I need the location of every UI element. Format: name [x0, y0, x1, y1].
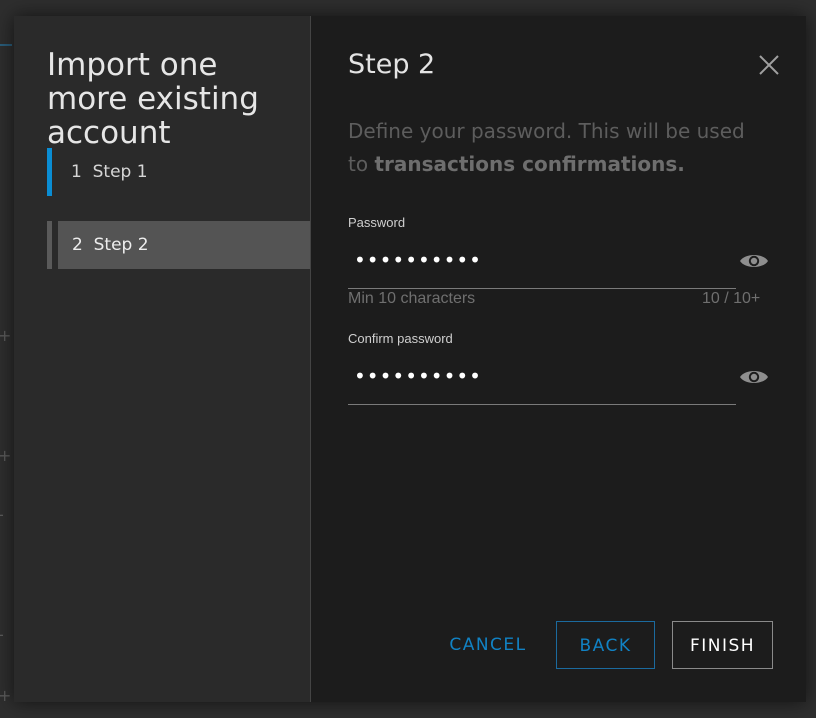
eye-icon: [740, 255, 768, 267]
password-counter: 10 / 10+: [702, 290, 761, 307]
step-title: Step 2: [348, 49, 436, 80]
back-button[interactable]: BACK: [556, 621, 655, 669]
wizard-step-label: 2 Step 2: [72, 235, 149, 255]
description-emphasis: transactions confirmations.: [374, 152, 685, 176]
wizard-title: Import one more existing account: [47, 47, 259, 151]
close-icon: [759, 55, 779, 75]
background-plus-icon: +: [0, 446, 12, 465]
eye-icon: [740, 371, 768, 383]
wizard-step-2[interactable]: 2 Step 2: [47, 221, 310, 269]
step-description: Define your password. This will be used …: [348, 115, 768, 181]
step-indicator-bar: [47, 148, 52, 196]
wizard-step-1[interactable]: 1 Step 1: [47, 148, 310, 196]
password-field[interactable]: [348, 240, 736, 289]
step-indicator-bar: [47, 221, 52, 269]
import-account-dialog: Import one more existing account 1 Step …: [14, 16, 806, 702]
password-label: Password: [348, 215, 406, 230]
background-dash-icon: -: [0, 505, 4, 524]
wizard-sidebar: Import one more existing account 1 Step …: [14, 16, 311, 702]
background-plus-icon: +: [0, 686, 12, 705]
finish-button[interactable]: FINISH: [672, 621, 773, 669]
background-plus-icon: +: [0, 326, 12, 345]
close-button[interactable]: [757, 53, 781, 77]
step-content: Step 2 Define your password. This will b…: [311, 16, 806, 702]
toggle-password-visibility[interactable]: [739, 251, 769, 271]
cancel-button[interactable]: CANCEL: [445, 621, 531, 669]
password-hint: Min 10 characters: [348, 290, 476, 307]
confirm-password-label: Confirm password: [348, 331, 453, 346]
background-dash-icon: -: [0, 625, 4, 644]
toggle-confirm-visibility[interactable]: [739, 367, 769, 387]
background-accent-line: [0, 44, 12, 46]
confirm-password-field[interactable]: [348, 356, 736, 405]
wizard-step-label: 1 Step 1: [71, 162, 148, 182]
